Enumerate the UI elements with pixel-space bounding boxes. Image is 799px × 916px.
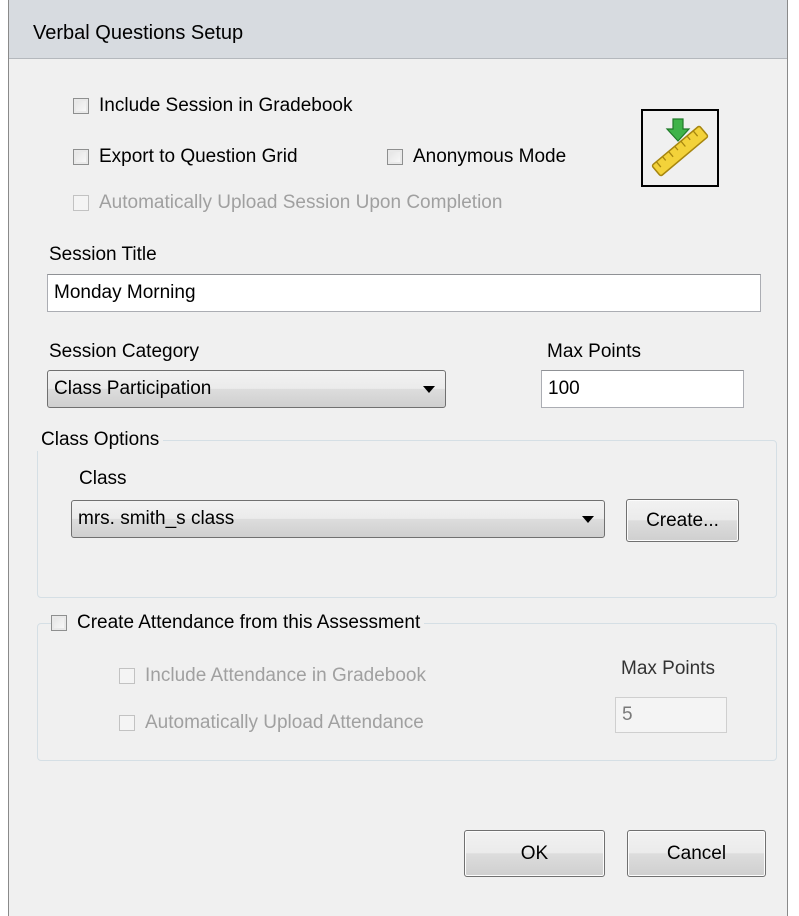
chevron-down-icon (582, 516, 594, 523)
include-gradebook-checkbox-row[interactable]: Include Session in Gradebook (73, 95, 353, 117)
ok-label: OK (520, 842, 549, 864)
session-category-value: Class Participation (54, 378, 212, 399)
session-title-label: Session Title (49, 244, 157, 265)
attendance-max-points-input: 5 (615, 697, 727, 733)
create-attendance-checkbox-row[interactable]: Create Attendance from this Assessment (51, 612, 425, 634)
max-points-value: 100 (548, 378, 580, 399)
attendance-upload-label: Automatically Upload Attendance (145, 712, 424, 733)
chevron-down-icon (423, 386, 435, 393)
include-gradebook-checkbox[interactable] (73, 98, 89, 114)
export-grid-checkbox[interactable] (73, 149, 89, 165)
max-points-input[interactable]: 100 (541, 370, 744, 408)
ok-button[interactable]: OK (464, 830, 605, 877)
class-dropdown[interactable]: mrs. smith_s class (71, 500, 605, 538)
class-options-title: Class Options (37, 429, 164, 451)
include-gradebook-label: Include Session in Gradebook (99, 95, 353, 116)
attendance-gradebook-checkbox (119, 668, 135, 684)
session-category-label: Session Category (49, 341, 199, 362)
window-title: Verbal Questions Setup (33, 22, 244, 44)
attendance-upload-checkbox-row: Automatically Upload Attendance (119, 712, 424, 734)
cancel-label: Cancel (666, 842, 727, 864)
cancel-button[interactable]: Cancel (627, 830, 766, 877)
anonymous-mode-checkbox[interactable] (387, 149, 403, 165)
auto-upload-label: Automatically Upload Session Upon Comple… (99, 192, 503, 213)
dialog-window: Verbal Questions Setup Include Session i… (8, 0, 788, 916)
anonymous-mode-label: Anonymous Mode (413, 146, 567, 167)
ruler-download-icon (641, 109, 719, 187)
anonymous-mode-checkbox-row[interactable]: Anonymous Mode (387, 146, 566, 168)
create-attendance-checkbox[interactable] (51, 615, 67, 631)
create-class-label: Create... (646, 509, 719, 531)
class-label: Class (79, 468, 127, 489)
attendance-gradebook-label: Include Attendance in Gradebook (145, 665, 426, 686)
attendance-group (37, 623, 777, 761)
attendance-max-points-value: 5 (622, 704, 633, 725)
attendance-max-points-label: Max Points (621, 658, 715, 679)
attendance-upload-checkbox (119, 715, 135, 731)
auto-upload-checkbox (73, 195, 89, 211)
export-grid-checkbox-row[interactable]: Export to Question Grid (73, 146, 298, 168)
create-attendance-label: Create Attendance from this Assessment (77, 612, 421, 633)
export-grid-label: Export to Question Grid (99, 146, 298, 167)
max-points-label: Max Points (547, 341, 641, 362)
auto-upload-checkbox-row: Automatically Upload Session Upon Comple… (73, 192, 502, 214)
session-category-dropdown[interactable]: Class Participation (47, 370, 446, 408)
session-title-input[interactable]: Monday Morning (47, 274, 761, 312)
title-bar: Verbal Questions Setup (9, 0, 787, 59)
create-class-button[interactable]: Create... (626, 499, 739, 542)
class-value: mrs. smith_s class (78, 508, 235, 529)
attendance-gradebook-checkbox-row: Include Attendance in Gradebook (119, 665, 426, 687)
session-title-value: Monday Morning (54, 282, 196, 303)
